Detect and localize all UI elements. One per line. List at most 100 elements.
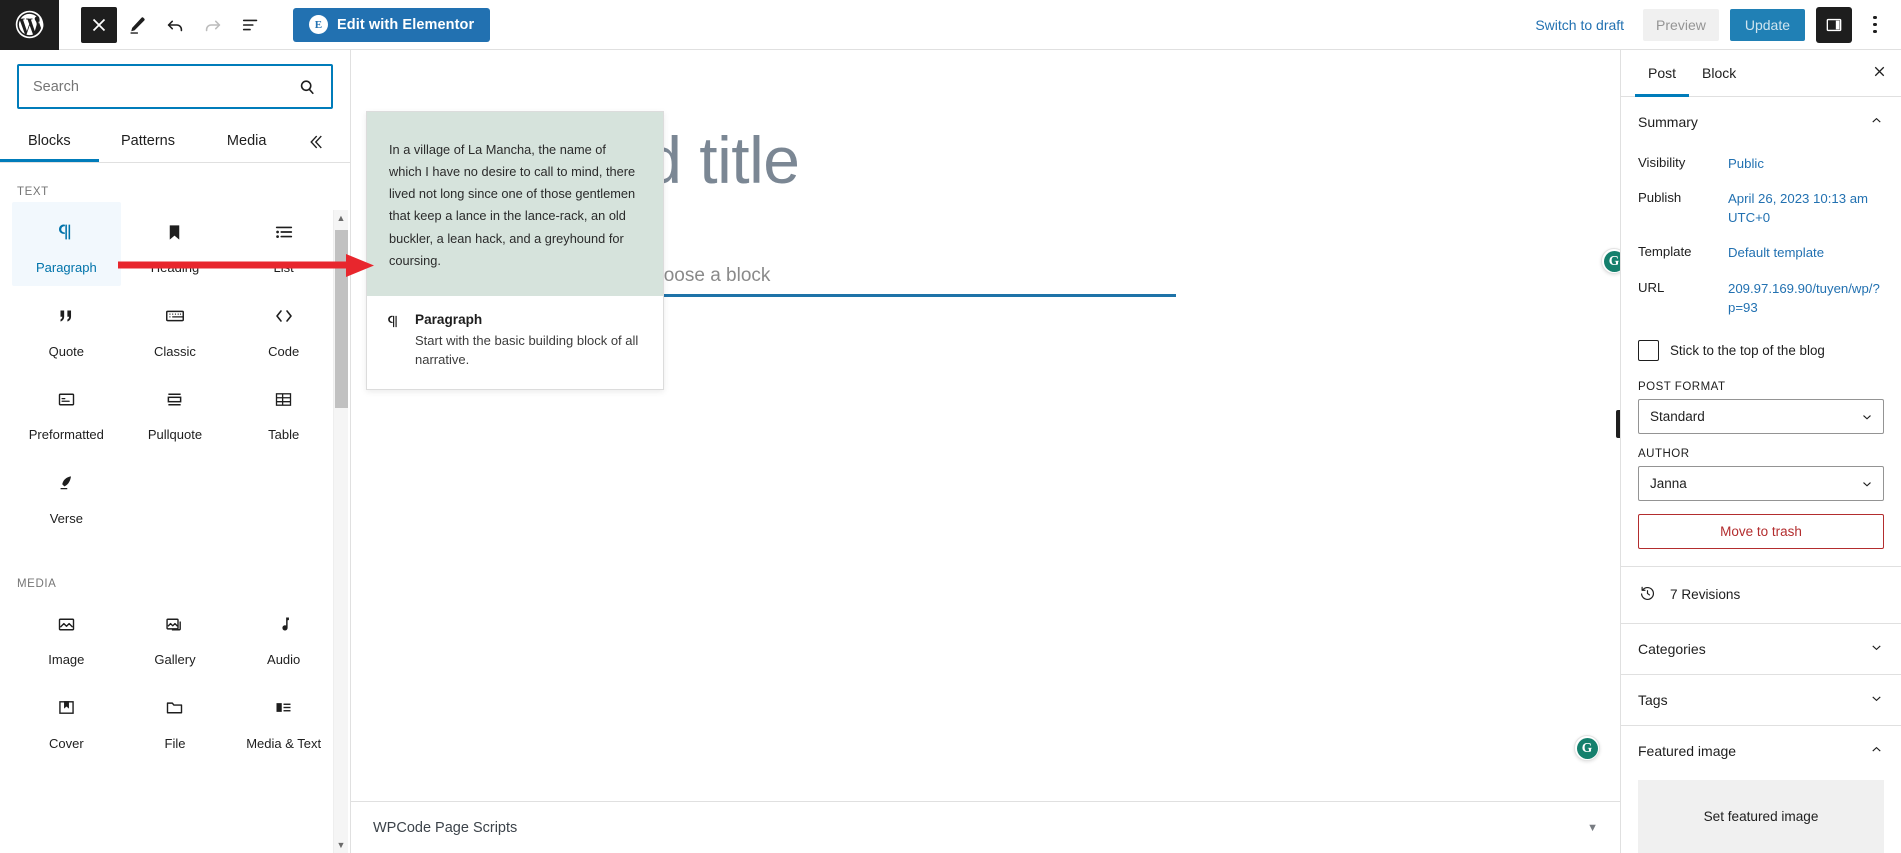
block-item-image[interactable]: Image (12, 594, 121, 678)
inserter-scrollbar[interactable]: ▲ ▼ (333, 210, 348, 853)
post-format-select[interactable]: Standard (1638, 398, 1884, 434)
redo-button[interactable] (195, 7, 231, 43)
row-key: Template (1638, 244, 1692, 260)
categories-title: Categories (1638, 640, 1706, 657)
revisions-label: 7 Revisions (1670, 587, 1741, 603)
tags-panel-header[interactable]: Tags (1621, 675, 1901, 725)
block-label: Preformatted (28, 427, 104, 443)
edit-with-elementor-button[interactable]: E Edit with Elementor (293, 7, 491, 42)
scrollbar-track[interactable] (334, 226, 348, 837)
summary-row-publish: Publish April 26, 2023 10:13 am UTC+0 (1638, 182, 1884, 236)
publish-date-button[interactable]: April 26, 2023 10:13 am UTC+0 (1728, 189, 1884, 227)
summary-panel-header[interactable]: Summary (1621, 97, 1901, 147)
editor-body: Blocks Patterns Media TEXT Paragraph Hea (0, 50, 1901, 853)
more-options-kebab-icon[interactable] (1863, 7, 1887, 43)
search-icon (300, 79, 314, 94)
settings-tabs: Post Block (1621, 50, 1901, 97)
summary-title: Summary (1638, 114, 1698, 130)
block-label: Pullquote (147, 427, 203, 443)
chevron-down-icon[interactable]: ▼ (1587, 822, 1598, 834)
block-label: Paragraph (35, 260, 97, 275)
edit-mode-pencil-icon[interactable] (119, 7, 155, 43)
tab-blocks[interactable]: Blocks (0, 121, 99, 162)
block-preview-description: Start with the basic building block of a… (415, 332, 639, 367)
author-label: AUTHOR (1638, 447, 1690, 460)
scroll-down-arrow-icon[interactable]: ▼ (334, 837, 348, 853)
chevron-down-icon (1869, 640, 1884, 658)
move-to-trash-button[interactable]: Move to trash (1638, 513, 1884, 549)
block-item-paragraph[interactable]: Paragraph (12, 202, 121, 286)
author-field: Janna (1638, 465, 1884, 501)
row-key: URL (1638, 279, 1665, 295)
tab-post[interactable]: Post (1635, 50, 1689, 97)
tags-title: Tags (1638, 691, 1668, 708)
undo-button[interactable] (157, 7, 193, 43)
block-preview-toggle-icon[interactable] (296, 121, 342, 162)
block-item-code[interactable]: Code (229, 286, 338, 370)
block-preview-title: Paragraph (415, 311, 483, 327)
block-item-file[interactable]: File (121, 678, 230, 762)
wpcode-title: WPCode Page Scripts (373, 819, 518, 836)
block-item-quote[interactable]: Quote (12, 286, 121, 370)
author-select[interactable]: Janna (1638, 465, 1884, 501)
featured-image-panel-header[interactable]: Featured image (1621, 726, 1901, 776)
block-item-classic[interactable]: Classic (121, 286, 230, 370)
close-editor-button[interactable] (81, 6, 117, 43)
update-button[interactable]: Update (1729, 8, 1805, 41)
block-label: Cover (48, 735, 84, 751)
wpcode-page-scripts-bar[interactable]: WPCode Page Scripts ▼ (351, 801, 1620, 853)
summary-row-url: URL 209.97.169.90/tuyen/wp/?p=93 (1638, 272, 1884, 326)
scroll-up-arrow-icon[interactable]: ▲ (334, 210, 348, 226)
revisions-row[interactable]: 7 Revisions (1621, 567, 1901, 623)
url-value-link[interactable]: 209.97.169.90/tuyen/wp/?p=93 (1728, 279, 1884, 317)
sticky-post-row: Stick to the top of the blog (1638, 326, 1884, 367)
template-value-button[interactable]: Default template (1728, 243, 1884, 262)
list-icon (273, 219, 295, 245)
cover-icon (56, 695, 77, 721)
block-label: Classic (154, 343, 196, 359)
block-label: Table (268, 427, 300, 443)
block-item-audio[interactable]: Audio (229, 594, 338, 678)
block-item-preformatted[interactable]: Preformatted (12, 369, 121, 453)
block-item-cover[interactable]: Cover (12, 678, 121, 762)
settings-sidebar-toggle-icon[interactable] (1816, 6, 1852, 43)
block-item-media-text[interactable]: Media & Text (229, 678, 338, 762)
block-label: Audio (267, 652, 301, 668)
row-key: Visibility (1638, 155, 1686, 170)
search-area (0, 50, 350, 109)
section-label-text: TEXT (17, 186, 49, 198)
block-item-table[interactable]: Table (229, 369, 338, 453)
media-text-icon (273, 695, 294, 721)
preformatted-icon (56, 386, 77, 412)
grammarly-icon-bottom[interactable]: G (1574, 735, 1600, 761)
set-featured-image-button[interactable]: Set featured image (1638, 779, 1884, 853)
inserter-tabs: Blocks Patterns Media (0, 121, 350, 163)
block-item-verse[interactable]: Verse (12, 453, 121, 537)
grammarly-icon[interactable]: G (1601, 248, 1620, 274)
tab-block[interactable]: Block (1689, 50, 1749, 97)
gallery-icon (164, 611, 185, 637)
chevron-up-icon (1869, 113, 1884, 131)
pilcrow-icon (385, 312, 402, 370)
header-tools: E Edit with Elementor (59, 6, 491, 43)
list-view-icon[interactable] (233, 7, 269, 43)
visibility-value-button[interactable]: Public (1728, 154, 1884, 173)
block-item-gallery[interactable]: Gallery (121, 594, 230, 678)
wordpress-logo-icon[interactable] (0, 0, 59, 50)
wordpress-block-editor: E Edit with Elementor Switch to draft Pr… (0, 0, 1901, 853)
close-sidebar-icon[interactable] (1871, 63, 1888, 83)
block-label: Code (268, 343, 300, 359)
search-box[interactable] (17, 64, 333, 109)
block-label: Quote (48, 343, 85, 359)
tab-patterns[interactable]: Patterns (99, 121, 198, 162)
featured-image-title: Featured image (1638, 742, 1737, 759)
add-block-button[interactable]: + (1616, 410, 1620, 438)
search-input[interactable] (33, 78, 297, 95)
tab-media[interactable]: Media (197, 121, 296, 162)
elementor-badge-icon: E (309, 15, 328, 34)
preview-button[interactable]: Preview (1643, 8, 1719, 41)
sticky-post-checkbox[interactable] (1638, 339, 1659, 361)
switch-to-draft-button[interactable]: Switch to draft (1527, 11, 1632, 39)
block-item-pullquote[interactable]: Pullquote (121, 369, 230, 453)
categories-panel-header[interactable]: Categories (1621, 624, 1901, 674)
